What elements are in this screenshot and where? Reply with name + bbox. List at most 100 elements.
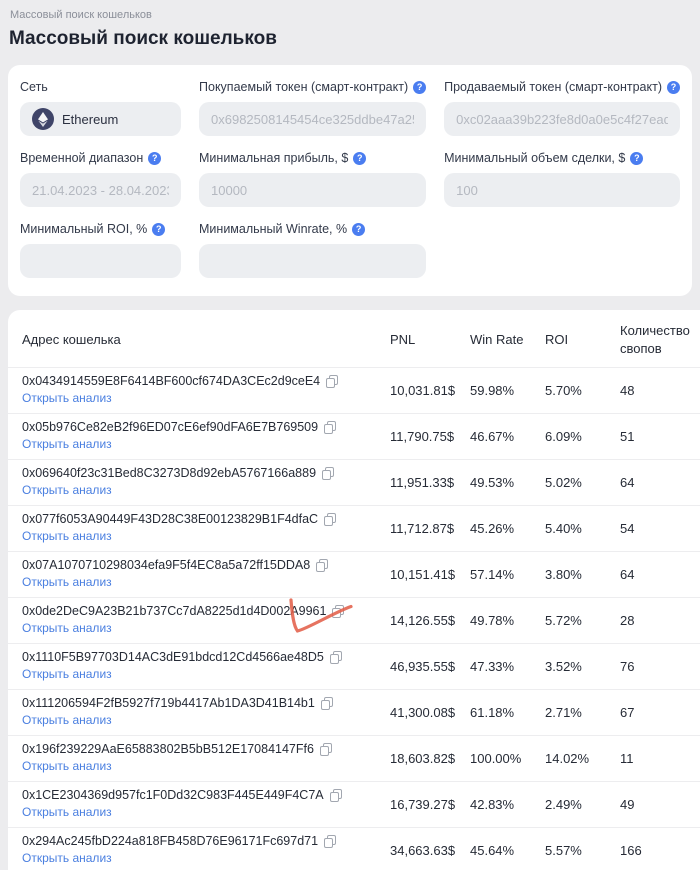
wallet-address: 0x05b976Ce82eB2f96ED07cE6ef90dFA6E7B7695… [22,420,319,435]
table-body: 0x0434914559E8F6414BF600cf674DA3CEc2d9ce… [8,368,700,870]
breadcrumb[interactable]: Массовый поиск кошельков [0,0,700,21]
pnl-value: 11,790.75$ [390,429,455,445]
winrate-value: 42.83% [470,797,515,813]
results-table: Адрес кошелька PNL Win Rate ROI Количест… [8,310,700,870]
swaps-value: 49 [620,797,635,813]
copy-icon[interactable] [324,420,337,434]
table-row: 0x07A1070710298034efa9F5f4EC8a5a72ff15DD… [8,552,700,599]
wallet-address: 0x111206594F2fB5927f719b4417Ab1DA3D41B14… [22,696,315,711]
copy-icon[interactable] [319,742,332,756]
date-range-label-text: Временной диапазон [20,151,144,165]
field-network: Сеть Ethereum [20,80,182,136]
open-analysis-link[interactable]: Открыть анализ [22,575,112,589]
wallet-address: 0x0434914559E8F6414BF600cf674DA3CEc2d9ce… [22,374,321,389]
address-cell: 0x0434914559E8F6414BF600cf674DA3CEc2d9ce… [22,374,390,407]
field-sell-token: Продаваемый токен (смарт-контракт) ? [444,80,680,136]
copy-icon[interactable] [329,788,342,802]
swaps-value: 54 [620,521,635,537]
min-winrate-input[interactable] [199,244,427,278]
network-select[interactable]: Ethereum [20,102,182,136]
pnl-value: 14,126.55$ [390,613,456,629]
date-range-input[interactable] [20,173,182,207]
field-min-volume: Минимальный объем сделки, $ ? [444,151,680,207]
address-cell: 0x069640f23c31Bed8C3273D8d92ebA5767166a8… [22,466,390,499]
pnl-value: 16,739.27$ [390,797,456,813]
roi-value: 3.52% [545,659,582,675]
copy-icon[interactable] [324,512,337,526]
winrate-value: 49.53% [470,475,515,491]
min-profit-label: Минимальная прибыль, $ ? [199,151,426,165]
table-row: 0x0de2DeC9A23B21b737Cc7dA8225d1d4D002A99… [8,598,700,645]
table-row: 0x196f239229AaE65883802B5bB512E17084147F… [8,736,700,783]
roi-value: 2.71% [545,705,582,721]
filter-panel: Сеть Ethereum Покупаемый токен (смарт-ко… [8,65,692,296]
min-volume-label-text: Минимальный объем сделки, $ [444,151,626,165]
table-row: 0x077f6053A90449F43D28C38E00123829B1F4df… [8,506,700,553]
open-analysis-link[interactable]: Открыть анализ [22,713,112,727]
field-date-range: Временной диапазон ? [20,151,182,207]
winrate-value: 100.00% [470,751,522,767]
table-row: 0x05b976Ce82eB2f96ED07cE6ef90dFA6E7B7695… [8,414,700,461]
copy-icon[interactable] [316,558,329,572]
help-icon[interactable]: ? [630,151,644,165]
copy-icon[interactable] [326,374,339,388]
pnl-value: 10,031.81$ [390,383,456,399]
winrate-value: 46.67% [470,429,515,445]
table-row: 0x111206594F2fB5927f719b4417Ab1DA3D41B14… [8,690,700,737]
open-analysis-link[interactable]: Открыть анализ [22,483,112,497]
table-header: Адрес кошелька PNL Win Rate ROI Количест… [8,310,700,369]
date-range-label: Временной диапазон ? [20,151,181,165]
roi-value: 5.02% [545,475,582,491]
winrate-value: 49.78% [470,613,515,629]
min-winrate-label-text: Минимальный Winrate, % [199,222,348,236]
copy-icon[interactable] [320,696,333,710]
wallet-address: 0x0de2DeC9A23B21b737Cc7dA8225d1d4D002A99… [22,604,327,619]
buy-token-label: Покупаемый токен (смарт-контракт) ? [199,80,427,94]
col-roi: ROI [545,331,569,347]
winrate-value: 45.64% [470,843,515,859]
help-icon[interactable]: ? [413,80,427,94]
min-volume-input[interactable] [444,173,680,207]
winrate-value: 61.18% [470,705,515,721]
address-cell: 0x077f6053A90449F43D28C38E00123829B1F4df… [22,512,390,545]
address-cell: 0x0de2DeC9A23B21b737Cc7dA8225d1d4D002A99… [22,604,390,637]
col-winrate: Win Rate [470,331,524,347]
field-min-winrate: Минимальный Winrate, % ? [199,222,427,278]
copy-icon[interactable] [329,650,342,664]
pnl-value: 11,712.87$ [390,521,455,537]
buy-token-label-text: Покупаемый токен (смарт-контракт) [199,80,409,94]
help-icon[interactable]: ? [352,222,366,236]
open-analysis-link[interactable]: Открыть анализ [22,621,112,635]
wallet-address: 0x1CE2304369d957fc1F0Dd32C983F445E449F4C… [22,788,324,803]
help-icon[interactable]: ? [353,151,367,165]
open-analysis-link[interactable]: Открыть анализ [22,759,112,773]
open-analysis-link[interactable]: Открыть анализ [22,391,112,405]
min-profit-input[interactable] [199,173,427,207]
min-roi-input[interactable] [20,244,182,278]
help-icon[interactable]: ? [667,80,680,94]
open-analysis-link[interactable]: Открыть анализ [22,851,112,865]
address-cell: 0x111206594F2fB5927f719b4417Ab1DA3D41B14… [22,696,390,729]
min-winrate-label: Минимальный Winrate, % ? [199,222,426,236]
min-volume-label: Минимальный объем сделки, $ ? [444,151,680,165]
open-analysis-link[interactable]: Открыть анализ [22,805,112,819]
table-row: 0x294Ac245fbD224a818FB458D76E96171Fc697d… [8,828,700,870]
copy-icon[interactable] [322,466,335,480]
buy-token-input[interactable] [199,102,427,136]
field-min-profit: Минимальная прибыль, $ ? [199,151,427,207]
min-roi-label-text: Минимальный ROI, % [20,222,148,236]
open-analysis-link[interactable]: Открыть анализ [22,667,112,681]
sell-token-input[interactable] [444,102,680,136]
min-profit-label-text: Минимальная прибыль, $ [199,151,349,165]
winrate-value: 57.14% [470,567,515,583]
winrate-value: 45.26% [470,521,515,537]
help-icon[interactable]: ? [152,222,166,236]
copy-icon[interactable] [324,834,337,848]
roi-value: 5.57% [545,843,582,859]
copy-icon[interactable] [332,604,345,618]
open-analysis-link[interactable]: Открыть анализ [22,437,112,451]
open-analysis-link[interactable]: Открыть анализ [22,529,112,543]
pnl-value: 34,663.63$ [390,843,456,859]
help-icon[interactable]: ? [148,151,162,165]
pnl-value: 11,951.33$ [390,475,455,491]
